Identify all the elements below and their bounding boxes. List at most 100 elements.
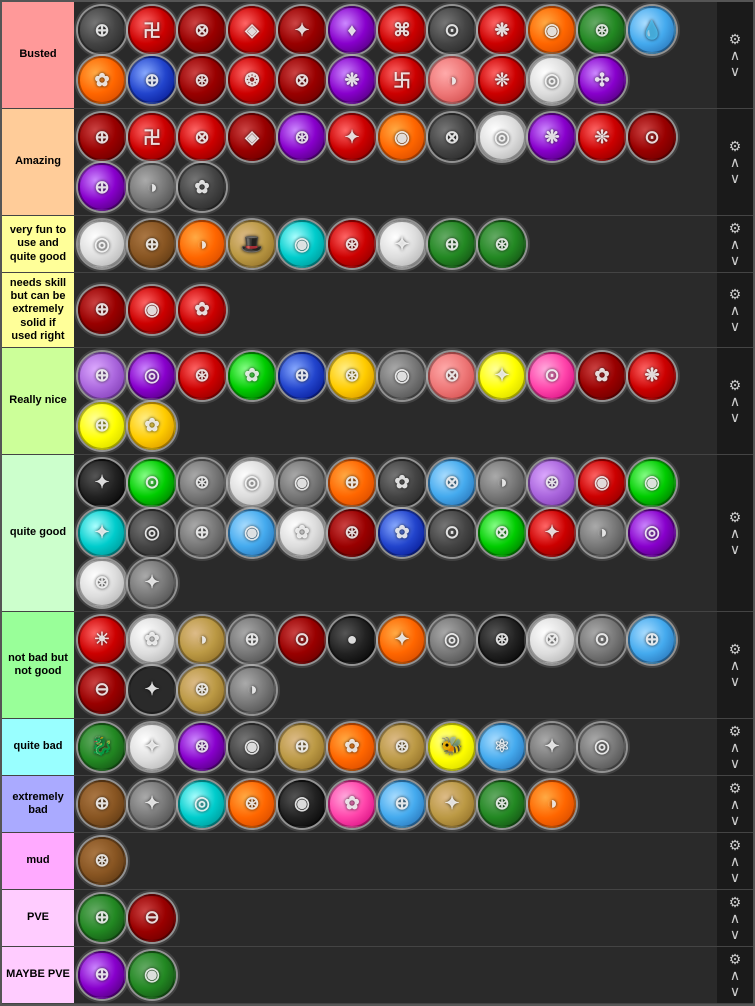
icon-quite-good-11[interactable]: ◉: [628, 459, 676, 507]
down-icon[interactable]: ∨: [730, 253, 740, 267]
icon-not-bad-5[interactable]: ●: [328, 616, 376, 664]
icon-quite-good-25[interactable]: ✦: [128, 559, 176, 607]
down-icon[interactable]: ∨: [730, 64, 740, 78]
icon-quite-good-22[interactable]: ◑: [578, 509, 626, 557]
gear-icon[interactable]: ⚙: [729, 724, 742, 738]
gear-icon[interactable]: ⚙: [729, 895, 742, 909]
icon-really-nice-9[interactable]: ⊙: [528, 352, 576, 400]
icon-pve-1[interactable]: ⊖: [128, 894, 176, 942]
icon-amazing-6[interactable]: ◉: [378, 113, 426, 161]
icon-really-nice-12[interactable]: ⊕: [78, 402, 126, 450]
icon-not-bad-12[interactable]: ⊖: [78, 666, 126, 714]
icon-quite-good-4[interactable]: ◉: [278, 459, 326, 507]
icon-quite-bad-4[interactable]: ⊕: [278, 723, 326, 771]
up-icon[interactable]: ∧: [730, 968, 740, 982]
icon-very-fun-3[interactable]: 🎩: [228, 220, 276, 268]
gear-icon[interactable]: ⚙: [729, 952, 742, 966]
icon-quite-good-0[interactable]: ✦: [78, 459, 126, 507]
icon-not-bad-10[interactable]: ⊙: [578, 616, 626, 664]
icon-very-fun-8[interactable]: ⊛: [478, 220, 526, 268]
icon-busted-1[interactable]: 卍: [128, 6, 176, 54]
icon-quite-good-5[interactable]: ⊕: [328, 459, 376, 507]
icon-quite-good-1[interactable]: ⊙: [128, 459, 176, 507]
icon-extremely-bad-5[interactable]: ✿: [328, 780, 376, 828]
icon-maybe-pve-0[interactable]: ⊕: [78, 951, 126, 999]
icon-not-bad-3[interactable]: ⊕: [228, 616, 276, 664]
down-icon[interactable]: ∨: [730, 813, 740, 827]
icon-extremely-bad-7[interactable]: ✦: [428, 780, 476, 828]
icon-busted-5[interactable]: ♦: [328, 6, 376, 54]
gear-icon[interactable]: ⚙: [729, 32, 742, 46]
icon-quite-good-6[interactable]: ✿: [378, 459, 426, 507]
icon-quite-good-20[interactable]: ⊗: [478, 509, 526, 557]
icon-really-nice-8[interactable]: ✦: [478, 352, 526, 400]
icon-very-fun-2[interactable]: ◑: [178, 220, 226, 268]
gear-icon[interactable]: ⚙: [729, 510, 742, 524]
icon-really-nice-1[interactable]: ◎: [128, 352, 176, 400]
gear-icon[interactable]: ⚙: [729, 139, 742, 153]
icon-quite-good-17[interactable]: ⊛: [328, 509, 376, 557]
gear-icon[interactable]: ⚙: [729, 642, 742, 656]
down-icon[interactable]: ∨: [730, 984, 740, 998]
down-icon[interactable]: ∨: [730, 542, 740, 556]
icon-quite-bad-0[interactable]: 🐉: [78, 723, 126, 771]
icon-very-fun-4[interactable]: ◉: [278, 220, 326, 268]
icon-amazing-14[interactable]: ✿: [178, 163, 226, 211]
gear-icon[interactable]: ⚙: [729, 838, 742, 852]
icon-amazing-2[interactable]: ⊗: [178, 113, 226, 161]
icon-busted-9[interactable]: ◉: [528, 6, 576, 54]
icon-quite-bad-1[interactable]: ✦: [128, 723, 176, 771]
icon-busted-4[interactable]: ✦: [278, 6, 326, 54]
icon-not-bad-8[interactable]: ⊛: [478, 616, 526, 664]
icon-extremely-bad-9[interactable]: ◑: [528, 780, 576, 828]
icon-quite-good-2[interactable]: ⊛: [178, 459, 226, 507]
icon-amazing-8[interactable]: ◎: [478, 113, 526, 161]
icon-quite-bad-6[interactable]: ⊛: [378, 723, 426, 771]
icon-not-bad-0[interactable]: ☀: [78, 616, 126, 664]
icon-amazing-5[interactable]: ✦: [328, 113, 376, 161]
icon-busted-15[interactable]: ❂: [228, 56, 276, 104]
icon-quite-good-15[interactable]: ◉: [228, 509, 276, 557]
icon-busted-10[interactable]: ⊛: [578, 6, 626, 54]
icon-quite-bad-10[interactable]: ◎: [578, 723, 626, 771]
icon-quite-good-19[interactable]: ⊙: [428, 509, 476, 557]
icon-not-bad-2[interactable]: ◑: [178, 616, 226, 664]
icon-amazing-9[interactable]: ❋: [528, 113, 576, 161]
icon-not-bad-1[interactable]: ✿: [128, 616, 176, 664]
down-icon[interactable]: ∨: [730, 756, 740, 770]
icon-amazing-12[interactable]: ⊕: [78, 163, 126, 211]
icon-maybe-pve-1[interactable]: ◉: [128, 951, 176, 999]
icon-quite-bad-5[interactable]: ✿: [328, 723, 376, 771]
icon-quite-bad-9[interactable]: ✦: [528, 723, 576, 771]
icon-not-bad-15[interactable]: ◑: [228, 666, 276, 714]
icon-really-nice-6[interactable]: ◉: [378, 352, 426, 400]
icon-busted-12[interactable]: ✿: [78, 56, 126, 104]
icon-busted-11[interactable]: 💧: [628, 6, 676, 54]
up-icon[interactable]: ∧: [730, 740, 740, 754]
icon-amazing-13[interactable]: ◑: [128, 163, 176, 211]
icon-quite-good-23[interactable]: ◎: [628, 509, 676, 557]
icon-busted-13[interactable]: ⊕: [128, 56, 176, 104]
down-icon[interactable]: ∨: [730, 171, 740, 185]
icon-very-fun-0[interactable]: ◎: [78, 220, 126, 268]
icon-quite-good-8[interactable]: ◑: [478, 459, 526, 507]
icon-busted-20[interactable]: ❊: [478, 56, 526, 104]
icon-quite-good-7[interactable]: ⊗: [428, 459, 476, 507]
icon-quite-good-18[interactable]: ✿: [378, 509, 426, 557]
icon-not-bad-6[interactable]: ✦: [378, 616, 426, 664]
icon-extremely-bad-2[interactable]: ◎: [178, 780, 226, 828]
icon-quite-bad-2[interactable]: ⊛: [178, 723, 226, 771]
icon-really-nice-4[interactable]: ⊕: [278, 352, 326, 400]
icon-extremely-bad-6[interactable]: ⊕: [378, 780, 426, 828]
icon-really-nice-2[interactable]: ⊛: [178, 352, 226, 400]
icon-quite-good-16[interactable]: ✿: [278, 509, 326, 557]
icon-quite-good-21[interactable]: ✦: [528, 509, 576, 557]
icon-quite-good-24[interactable]: ⊛: [78, 559, 126, 607]
gear-icon[interactable]: ⚙: [729, 221, 742, 235]
icon-not-bad-13[interactable]: ✦: [128, 666, 176, 714]
icon-amazing-4[interactable]: ⊛: [278, 113, 326, 161]
icon-very-fun-5[interactable]: ⊛: [328, 220, 376, 268]
icon-busted-8[interactable]: ❋: [478, 6, 526, 54]
icon-very-fun-1[interactable]: ⊕: [128, 220, 176, 268]
up-icon[interactable]: ∧: [730, 911, 740, 925]
